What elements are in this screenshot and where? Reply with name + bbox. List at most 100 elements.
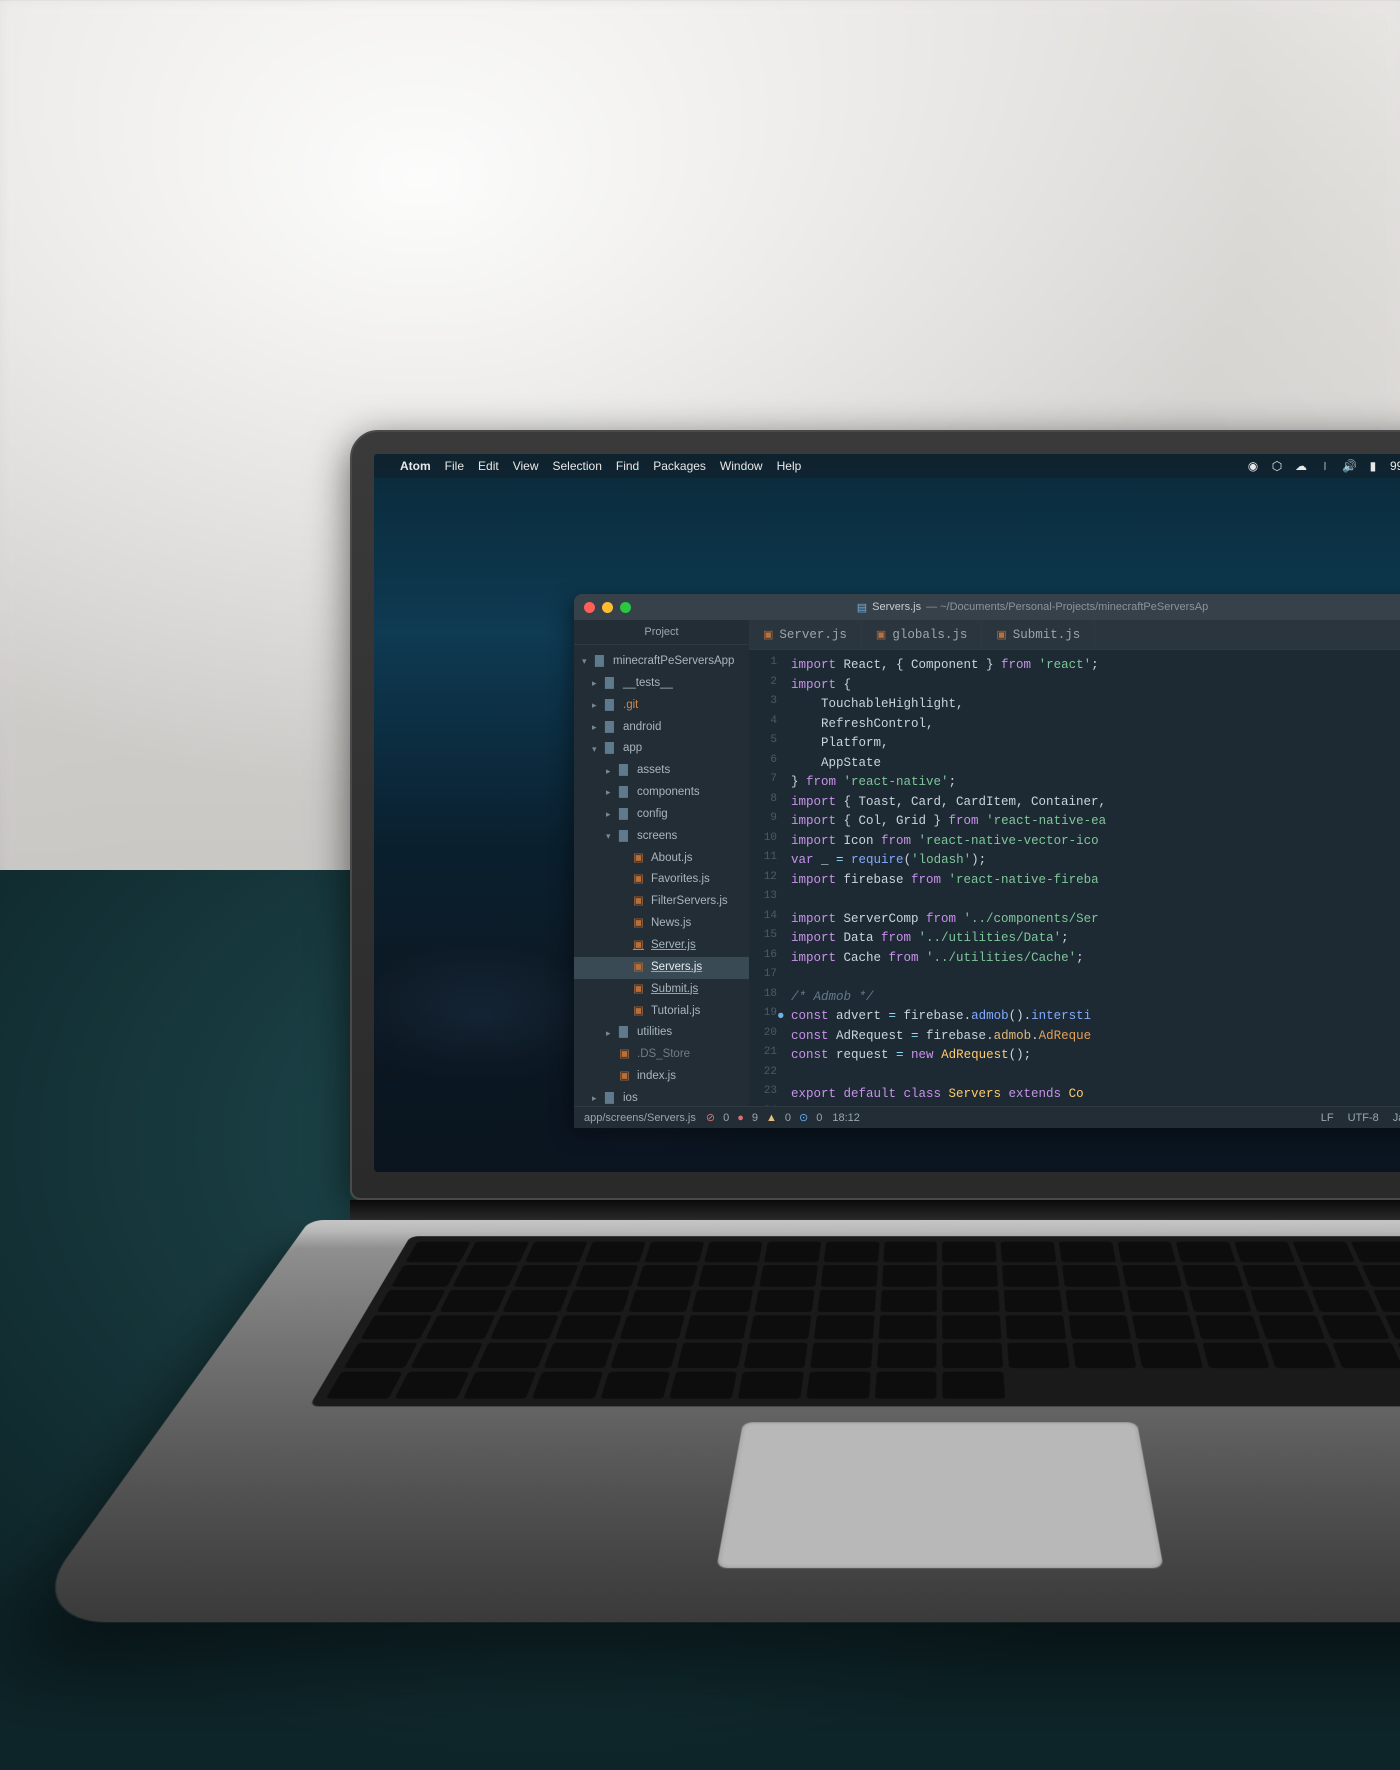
menubar-app-name[interactable]: Atom <box>400 459 431 473</box>
file-icon: ▤ <box>857 601 867 614</box>
folder-icon: ▇ <box>619 782 632 804</box>
minimize-button[interactable] <box>602 602 613 613</box>
file-icon: ▣ <box>619 1044 632 1066</box>
tab-server-js[interactable]: ▣ Server.js <box>749 620 862 649</box>
file-tree-folder[interactable]: ▾▇minecraftPeServersApp <box>574 651 749 673</box>
file-tree-folder[interactable]: ▾▇app <box>574 738 749 760</box>
file-icon: ▣ <box>633 935 646 957</box>
tree-item-label: Tutorial.js <box>651 1001 700 1023</box>
lint-summary[interactable]: ⊘0 ●9 ▲0 ⊙0 <box>706 1111 822 1124</box>
keyboard <box>309 1236 1400 1406</box>
file-tree-file[interactable]: ▣Favorites.js <box>574 869 749 891</box>
chevron-icon: ▸ <box>592 675 600 692</box>
close-button[interactable] <box>584 602 595 613</box>
file-tree-folder[interactable]: ▾▇screens <box>574 826 749 848</box>
tree-item-label: __tests__ <box>623 673 673 695</box>
titlebar-filename: Servers.js <box>872 601 921 613</box>
file-tree-file[interactable]: ▣index.js <box>574 1066 749 1088</box>
chevron-icon: ▸ <box>606 763 614 780</box>
macos-menubar: Atom File Edit View Selection Find Packa… <box>374 454 1400 478</box>
wifi-icon[interactable]: ⧘ <box>1318 459 1332 474</box>
lint-errors: 0 <box>723 1112 729 1124</box>
file-tree-folder[interactable]: ▸▇assets <box>574 760 749 782</box>
js-file-icon: ▣ <box>996 628 1006 642</box>
file-tree-file[interactable]: ▣Server.js <box>574 935 749 957</box>
atom-editor-window: ▤ Servers.js — ~/Documents/Personal-Proj… <box>574 594 1400 1128</box>
volume-icon[interactable]: 🔊 <box>1342 459 1356 473</box>
file-tree-file[interactable]: ▣About.js <box>574 848 749 870</box>
camera-icon[interactable]: ◉ <box>1246 459 1260 473</box>
tree-item-label: minecraftPeServersApp <box>613 651 734 673</box>
file-tree-folder[interactable]: ▸▇config <box>574 804 749 826</box>
menubar-packages[interactable]: Packages <box>653 459 706 473</box>
tree-item-label: config <box>637 804 668 826</box>
file-tree-file[interactable]: ▣.DS_Store <box>574 1044 749 1066</box>
dropbox-icon[interactable]: ⬡ <box>1270 459 1284 473</box>
tree-item-label: utilities <box>637 1022 672 1044</box>
chevron-icon: ▸ <box>606 806 614 823</box>
battery-icon[interactable]: ▮ <box>1366 459 1380 473</box>
file-tree-file[interactable]: ▣Tutorial.js <box>574 1001 749 1023</box>
file-tree-folder[interactable]: ▸ ▇utilities <box>574 1022 749 1044</box>
tree-item-label: index.js <box>637 1066 676 1088</box>
file-icon: ▣ <box>633 957 646 979</box>
menubar-selection[interactable]: Selection <box>553 459 602 473</box>
language-mode[interactable]: Java <box>1393 1112 1400 1124</box>
folder-icon: ▇ <box>605 1088 618 1106</box>
folder-icon: ▇ <box>605 738 618 760</box>
file-tree: ▾▇minecraftPeServersApp▸▇__tests__▸▇.git… <box>574 645 749 1106</box>
file-tree-folder[interactable]: ▸▇ios <box>574 1088 749 1106</box>
titlebar-path: — ~/Documents/Personal-Projects/minecraf… <box>926 601 1208 613</box>
laptop-lid: Atom File Edit View Selection Find Packa… <box>350 430 1400 1200</box>
file-tree-folder[interactable]: ▸▇__tests__ <box>574 673 749 695</box>
menubar-view[interactable]: View <box>513 459 539 473</box>
tab-label: Server.js <box>779 628 847 642</box>
chevron-icon: ▸ <box>592 1090 600 1106</box>
trackpad <box>716 1422 1163 1568</box>
status-file-path[interactable]: app/screens/Servers.js <box>584 1112 696 1124</box>
file-tree-file[interactable]: ▣Servers.js <box>574 957 749 979</box>
tree-item-label: screens <box>637 826 677 848</box>
tab-globals-js[interactable]: ▣ globals.js <box>862 620 982 649</box>
file-tree-folder[interactable]: ▸▇android <box>574 717 749 739</box>
error-icon: ⊘ <box>706 1111 715 1124</box>
folder-icon: ▇ <box>605 717 618 739</box>
file-tree-file[interactable]: ▣Submit.js <box>574 979 749 1001</box>
code-area[interactable]: 123456789101112131415161718192021222324 … <box>749 650 1400 1106</box>
js-file-icon: ▣ <box>876 628 886 642</box>
tree-item-label: components <box>637 782 700 804</box>
file-tree-folder[interactable]: ▸ ▇components <box>574 782 749 804</box>
menubar-find[interactable]: Find <box>616 459 639 473</box>
tree-item-label: app <box>623 738 642 760</box>
tree-item-label: Submit.js <box>651 979 698 1001</box>
file-tree-folder[interactable]: ▸▇.git <box>574 695 749 717</box>
sidebar-header: Project <box>574 620 749 645</box>
cloud-icon[interactable]: ☁ <box>1294 459 1308 473</box>
lint-info: 0 <box>816 1112 822 1124</box>
folder-icon: ▇ <box>619 1022 632 1044</box>
menubar-edit[interactable]: Edit <box>478 459 499 473</box>
file-tree-file[interactable]: ▣News.js <box>574 913 749 935</box>
line-ending[interactable]: LF <box>1321 1112 1334 1124</box>
tab-submit-js[interactable]: ▣ Submit.js <box>982 620 1095 649</box>
maximize-button[interactable] <box>620 602 631 613</box>
tree-item-label: FilterServers.js <box>651 891 728 913</box>
encoding[interactable]: UTF-8 <box>1348 1112 1379 1124</box>
file-tree-file[interactable]: ▣FilterServers.js <box>574 891 749 913</box>
code-lines[interactable]: import React, { Component } from 'react'… <box>785 650 1400 1106</box>
tree-item-label: assets <box>637 760 670 782</box>
menubar-window[interactable]: Window <box>720 459 763 473</box>
window-titlebar[interactable]: ▤ Servers.js — ~/Documents/Personal-Proj… <box>574 594 1400 620</box>
menubar-help[interactable]: Help <box>777 459 802 473</box>
info-icon: ⊙ <box>799 1111 808 1124</box>
tree-item-label: About.js <box>651 848 693 870</box>
file-icon: ▣ <box>633 869 646 891</box>
tree-item-label: .DS_Store <box>637 1044 690 1066</box>
laptop-hinge <box>350 1200 1400 1220</box>
menubar-file[interactable]: File <box>445 459 464 473</box>
file-icon: ▣ <box>633 1001 646 1023</box>
folder-icon: ▇ <box>605 695 618 717</box>
chevron-icon: ▸ <box>606 784 614 801</box>
cursor-position[interactable]: 18:12 <box>832 1112 860 1124</box>
chevron-icon: ▸ <box>606 1025 614 1042</box>
